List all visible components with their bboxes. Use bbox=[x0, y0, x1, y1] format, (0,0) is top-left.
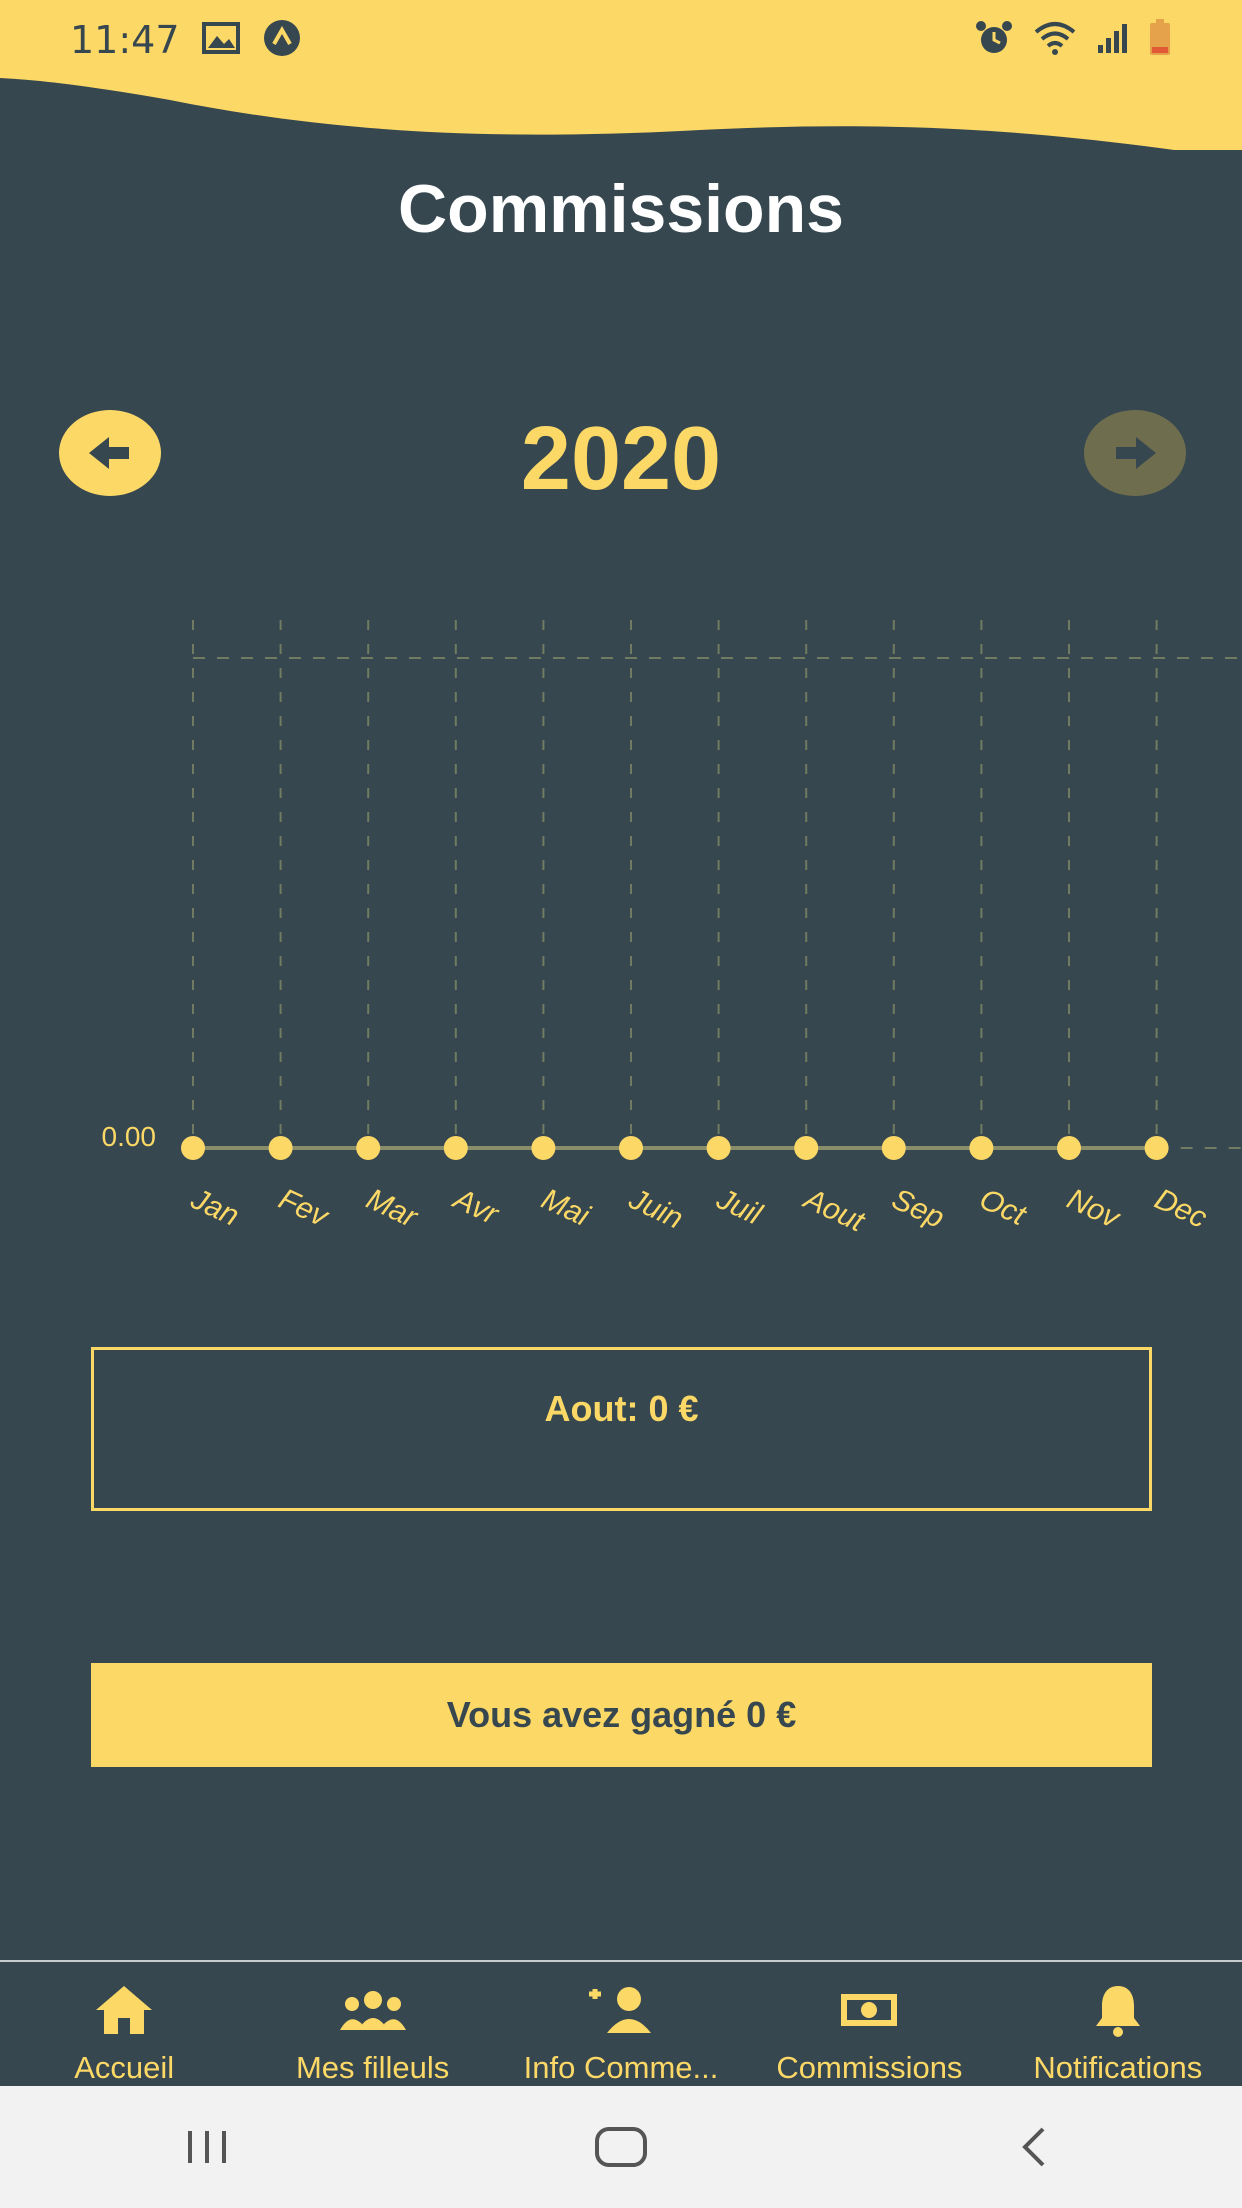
app-notification-icon bbox=[262, 18, 302, 63]
data-point bbox=[1144, 1136, 1169, 1160]
add-user-icon bbox=[589, 1987, 652, 2033]
nav-label: Notifications bbox=[1033, 2050, 1203, 2085]
battery-icon bbox=[1148, 18, 1172, 62]
data-point bbox=[969, 1136, 994, 1160]
home-button[interactable] bbox=[561, 2107, 681, 2187]
users-icon bbox=[339, 1991, 406, 2030]
x-tick-label: Oct bbox=[974, 1182, 1032, 1232]
recent-apps-icon bbox=[188, 2131, 226, 2163]
bottom-navigation: Accueil Mes filleuls Info Comme... Commi… bbox=[0, 1960, 1242, 2088]
earnings-banner: Vous avez gagné 0 € bbox=[91, 1663, 1152, 1767]
year-navigation: 2020 bbox=[0, 400, 1242, 510]
nav-item-info-commercial[interactable]: Info Comme... bbox=[497, 1962, 745, 2088]
system-navigation-bar bbox=[0, 2086, 1242, 2208]
x-tick-label: Juil bbox=[711, 1182, 768, 1232]
nav-item-accueil[interactable]: Accueil bbox=[0, 1962, 248, 2088]
data-point bbox=[881, 1136, 906, 1160]
nav-label: Commissions bbox=[776, 2050, 963, 2085]
selected-month-text: Aout: 0 € bbox=[544, 1388, 699, 1429]
money-icon bbox=[841, 1994, 898, 2026]
page-title: Commissions bbox=[398, 171, 844, 247]
year-label: 2020 bbox=[520, 409, 722, 509]
arrow-right-icon bbox=[1116, 437, 1156, 469]
alarm-icon bbox=[974, 18, 1014, 63]
x-tick-label: Jan bbox=[185, 1182, 244, 1233]
data-point bbox=[181, 1136, 205, 1160]
nav-label: Info Comme... bbox=[523, 2050, 719, 2085]
nav-label: Mes filleuls bbox=[295, 2050, 450, 2085]
home-icon bbox=[96, 1986, 153, 2034]
data-point bbox=[531, 1136, 556, 1160]
signal-icon bbox=[1096, 21, 1130, 60]
x-tick-label: Avr bbox=[447, 1182, 504, 1232]
x-tick-label: Nov bbox=[1062, 1182, 1126, 1235]
x-tick-label: Mai bbox=[536, 1182, 595, 1233]
data-point bbox=[1057, 1136, 1081, 1160]
x-tick-label: Fev bbox=[274, 1182, 335, 1234]
back-button[interactable] bbox=[975, 2107, 1095, 2187]
nav-item-commissions[interactable]: Commissions bbox=[745, 1962, 993, 2088]
x-tick-label: Dec bbox=[1150, 1182, 1212, 1234]
data-point bbox=[443, 1136, 468, 1160]
bell-icon bbox=[1095, 1986, 1140, 2037]
data-point bbox=[794, 1136, 819, 1160]
image-icon bbox=[201, 21, 240, 59]
data-point bbox=[619, 1136, 643, 1160]
x-tick-label: Sep bbox=[887, 1182, 949, 1234]
home-button-icon bbox=[595, 2127, 647, 2167]
data-point bbox=[268, 1136, 293, 1160]
data-point bbox=[706, 1136, 731, 1160]
earnings-text: Vous avez gagné 0 € bbox=[446, 1694, 797, 1735]
nav-label: Accueil bbox=[74, 2050, 175, 2085]
recent-apps-button[interactable] bbox=[147, 2107, 267, 2187]
nav-item-mes-filleuls[interactable]: Mes filleuls bbox=[248, 1962, 496, 2088]
x-tick-label: Mar bbox=[361, 1182, 423, 1234]
y-tick-label: 0.00 bbox=[102, 1121, 157, 1152]
status-time: 11:47 bbox=[70, 18, 180, 62]
x-tick-label: Juin bbox=[623, 1182, 688, 1236]
data-point bbox=[356, 1136, 381, 1160]
next-year-button[interactable] bbox=[1084, 410, 1186, 496]
commissions-chart: 0.00 Jan Fev Mar Avr Mai Juin Juil Aout Sep Oct Nov… bbox=[102, 620, 1242, 1240]
status-bar: 11:47 bbox=[0, 0, 1242, 80]
selected-month-box: Aout: 0 € bbox=[91, 1347, 1152, 1511]
x-tick-label: Aout bbox=[797, 1182, 870, 1240]
wifi-icon bbox=[1032, 20, 1078, 61]
back-icon bbox=[1022, 2127, 1045, 2167]
nav-item-notifications[interactable]: Notifications bbox=[994, 1962, 1242, 2088]
